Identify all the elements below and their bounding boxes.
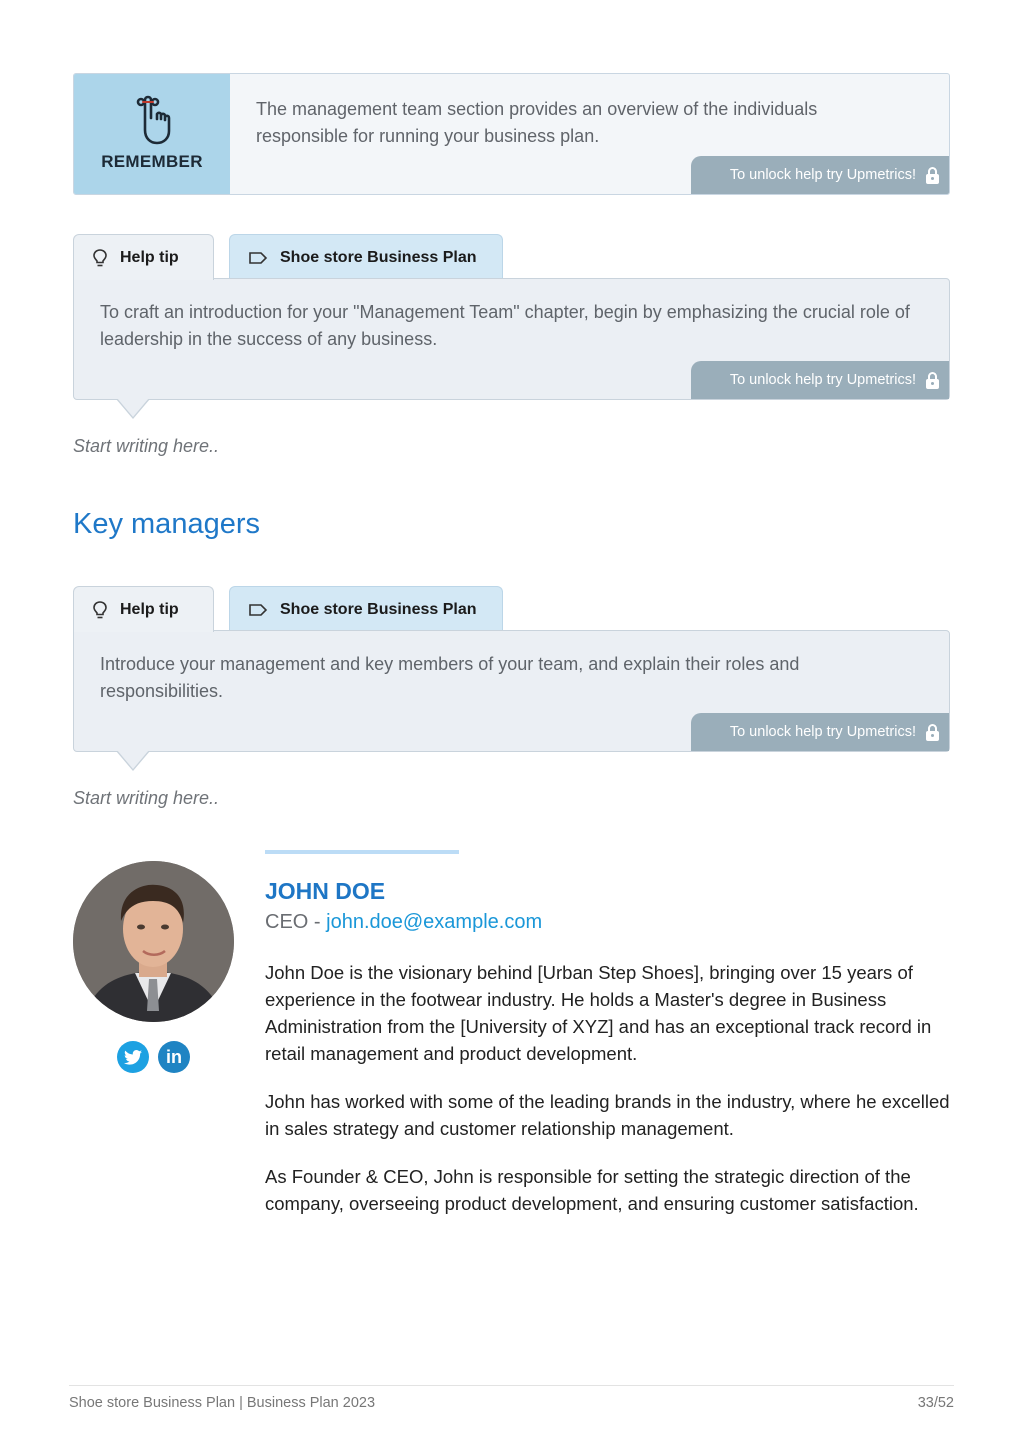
- remember-sidebar: REMEMBER: [74, 74, 230, 194]
- tab-help-tip-label: Help tip: [120, 600, 179, 618]
- profile-email-link[interactable]: john.doe@example.com: [326, 911, 542, 933]
- tab-business-plan[interactable]: Shoe store Business Plan: [229, 234, 503, 280]
- bio-paragraph: John Doe is the visionary behind [Urban …: [265, 962, 932, 1064]
- profile-divider: [265, 850, 459, 854]
- help-tabs: Help tip Shoe store Business Plan: [73, 586, 950, 632]
- tab-help-tip[interactable]: Help tip: [73, 234, 214, 280]
- tab-business-plan-label: Shoe store Business Plan: [280, 600, 477, 618]
- footer-divider: [69, 1385, 954, 1386]
- unlock-help-button[interactable]: To unlock help try Upmetrics!: [691, 156, 949, 194]
- profile-bio: John Doe is the visionary behind [Urban …: [265, 959, 955, 1238]
- lightbulb-icon: [93, 248, 107, 266]
- profile-role-line: CEO - john.doe@example.com: [265, 911, 542, 934]
- unlock-label: To unlock help try Upmetrics!: [729, 372, 916, 388]
- callout-pointer: [116, 398, 150, 419]
- help-tip-text: Introduce your management and key member…: [100, 654, 800, 701]
- remember-label: REMEMBER: [101, 152, 203, 171]
- tag-icon: [249, 603, 268, 616]
- help-tip-text: To craft an introduction for your "Manag…: [100, 302, 910, 349]
- unlock-label: To unlock help try Upmetrics!: [729, 167, 916, 183]
- tab-business-plan-label: Shoe store Business Plan: [280, 248, 477, 266]
- unlock-help-button[interactable]: To unlock help try Upmetrics!: [691, 361, 949, 399]
- unlock-help-button[interactable]: To unlock help try Upmetrics!: [691, 713, 949, 751]
- lock-icon: [926, 166, 939, 184]
- tab-help-tip[interactable]: Help tip: [73, 586, 214, 632]
- unlock-label: To unlock help try Upmetrics!: [729, 724, 916, 740]
- linkedin-icon[interactable]: in: [158, 1041, 190, 1073]
- remember-text: The management team section provides an …: [256, 99, 818, 146]
- avatar: [73, 861, 234, 1022]
- avatar-photo: [73, 861, 234, 1022]
- help-tip-body: To craft an introduction for your "Manag…: [73, 278, 950, 419]
- start-writing-placeholder[interactable]: Start writing here..: [73, 788, 219, 809]
- profile-role: CEO: [265, 911, 309, 933]
- twitter-icon[interactable]: [117, 1041, 149, 1073]
- tab-business-plan[interactable]: Shoe store Business Plan: [229, 586, 503, 632]
- help-tip-block: Help tip Shoe store Business Plan To cra…: [73, 234, 950, 419]
- footer-page-number: 33/52: [917, 1395, 954, 1411]
- lock-icon: [926, 371, 939, 389]
- start-writing-placeholder[interactable]: Start writing here..: [73, 436, 219, 457]
- footer-document-title: Shoe store Business Plan | Business Plan…: [69, 1395, 376, 1411]
- lightbulb-icon: [93, 600, 107, 618]
- tag-icon: [249, 251, 268, 264]
- tab-help-tip-label: Help tip: [120, 248, 179, 266]
- role-separator: -: [308, 911, 327, 933]
- help-tip-body: Introduce your management and key member…: [73, 630, 950, 771]
- finger-string-reminder-icon: [136, 95, 171, 145]
- help-tip-block: Help tip Shoe store Business Plan Introd…: [73, 586, 950, 771]
- bio-paragraph: As Founder & CEO, John is responsible fo…: [265, 1166, 919, 1214]
- help-tabs: Help tip Shoe store Business Plan: [73, 234, 950, 280]
- section-title: Key managers: [73, 508, 260, 540]
- profile-name: JOHN DOE: [265, 878, 386, 904]
- social-links: in: [117, 1041, 190, 1073]
- lock-icon: [926, 723, 939, 741]
- remember-callout: REMEMBER The management team section pro…: [73, 73, 950, 195]
- bio-paragraph: John has worked with some of the leading…: [265, 1091, 950, 1139]
- callout-pointer: [116, 750, 150, 771]
